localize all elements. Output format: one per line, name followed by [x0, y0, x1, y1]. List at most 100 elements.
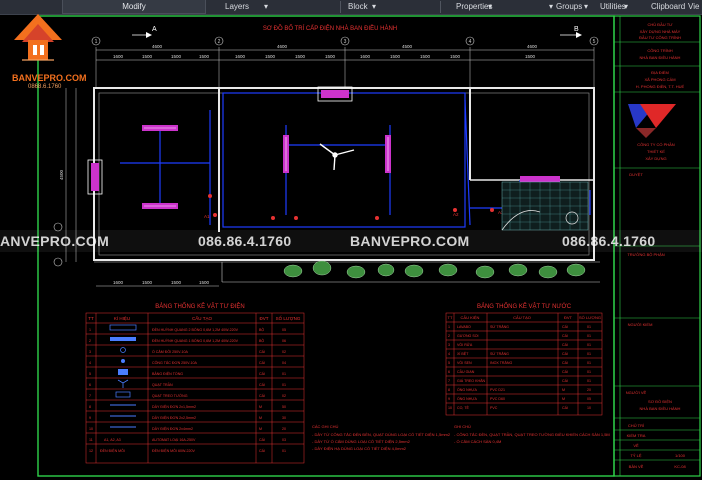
svg-text:A: A — [152, 26, 157, 33]
svg-text:KÍ HIỆU: KÍ HIỆU — [114, 314, 130, 321]
svg-text:1: 1 — [448, 325, 450, 329]
svg-text:3: 3 — [344, 39, 347, 45]
svg-text:1500: 1500 — [142, 54, 153, 59]
svg-text:SỐ LƯỢNG: SỐ LƯỢNG — [579, 315, 601, 320]
svg-text:CÁC GHI CHÚ: CÁC GHI CHÚ — [312, 424, 339, 429]
svg-text:10: 10 — [448, 406, 452, 410]
svg-text:05: 05 — [282, 328, 286, 332]
svg-text:01: 01 — [587, 325, 591, 329]
svg-text:QUẠT TREO TƯỜNG: QUẠT TREO TƯỜNG — [152, 393, 188, 398]
svg-text:CÁI: CÁI — [562, 325, 568, 329]
svg-text:01: 01 — [587, 379, 591, 383]
svg-text:CÁI: CÁI — [259, 383, 265, 387]
table-left-headers: TT KÍ HIỆU CẤU TẠO ĐVT SỐ LƯỢNG — [88, 314, 301, 321]
svg-text:TRƯỞNG BỘ PHẬN: TRƯỞNG BỘ PHẬN — [627, 252, 664, 257]
svg-text:INOX TRẮNG: INOX TRẮNG — [490, 360, 513, 365]
svg-text:10: 10 — [587, 406, 591, 410]
ceiling-fan-icon — [319, 143, 355, 171]
svg-text:30: 30 — [282, 416, 286, 420]
svg-text:M: M — [562, 388, 565, 392]
svg-text:4: 4 — [448, 352, 450, 356]
svg-text:4600: 4600 — [527, 44, 538, 49]
table-right-title: BẢNG THỐNG KÊ VẬT TƯ NƯỚC — [477, 302, 572, 310]
svg-text:GIÁ TREO KHĂN: GIÁ TREO KHĂN — [457, 379, 485, 383]
fluorescent-lights — [142, 125, 560, 209]
svg-text:3: 3 — [448, 343, 450, 347]
svg-text:ĐẦU TƯ CÔNG TRÌNH: ĐẦU TƯ CÔNG TRÌNH — [639, 35, 681, 40]
dimension-bottom: 1600 1500 1500 1500 — [96, 280, 219, 287]
svg-text:1500: 1500 — [325, 54, 336, 59]
svg-text:XÃ PHONG CẨM: XÃ PHONG CẨM — [644, 77, 675, 82]
svg-text:PVC D21: PVC D21 — [490, 388, 505, 392]
svg-text:CÁI: CÁI — [259, 449, 265, 453]
svg-text:NGƯỜI VẼ: NGƯỜI VẼ — [626, 390, 647, 395]
svg-text:01: 01 — [587, 361, 591, 365]
svg-text:1500: 1500 — [199, 280, 210, 285]
svg-text:CHỦ ĐẦU TƯ: CHỦ ĐẦU TƯ — [647, 22, 673, 27]
svg-text:01: 01 — [587, 370, 591, 374]
table-left-title: BẢNG THỐNG KÊ VẬT TƯ ĐIỆN — [155, 302, 244, 310]
svg-text:AUTOMAT LOẠI 16A-250V: AUTOMAT LOẠI 16A-250V — [152, 438, 196, 442]
svg-text:05: 05 — [587, 397, 591, 401]
svg-text:XÂY DỰNG: XÂY DỰNG — [645, 156, 666, 161]
svg-text:4: 4 — [89, 361, 91, 365]
bathroom-tiles — [501, 181, 589, 231]
watermark-left: ANVEPRO.COM — [0, 233, 110, 249]
svg-text:M: M — [259, 427, 262, 431]
svg-text:4600: 4600 — [277, 44, 288, 49]
svg-text:CÁI: CÁI — [562, 334, 568, 338]
svg-text:1500: 1500 — [295, 54, 306, 59]
svg-text:10: 10 — [89, 427, 93, 431]
watermark-phone-left: 086.86.4.1760 — [198, 233, 292, 249]
svg-text:4600: 4600 — [152, 44, 163, 49]
svg-text:1500: 1500 — [142, 280, 153, 285]
svg-text:1600: 1600 — [113, 280, 124, 285]
svg-text:CẦU GIAN: CẦU GIAN — [457, 370, 475, 374]
svg-text:CO, TÊ: CO, TÊ — [457, 405, 470, 410]
wall-unit-left — [87, 159, 103, 195]
banvepro-logo-icon — [14, 14, 62, 61]
svg-text:ĐÈN HUỲNH QUANG 1 BÓNG 0,6M 1,: ĐÈN HUỲNH QUANG 1 BÓNG 0,6M 1,2M 40W-220… — [152, 338, 239, 343]
svg-text:DÂY ĐIỆN ĐƠN 2x4mm2: DÂY ĐIỆN ĐƠN 2x4mm2 — [152, 426, 193, 431]
svg-text:KC-08: KC-08 — [674, 464, 686, 469]
svg-text:CÁI: CÁI — [562, 343, 568, 347]
svg-text:VẼ: VẼ — [633, 443, 639, 448]
notes-right: GHI CHÚ - CÔNG TẮC ĐÈN, QUẠT TRẦN, QUẠT … — [454, 424, 610, 444]
table-left-symbols — [109, 324, 137, 428]
svg-text:M: M — [259, 416, 262, 420]
svg-text:1500: 1500 — [199, 54, 210, 59]
svg-text:TỶ LỆ: TỶ LỆ — [630, 453, 641, 458]
svg-text:A2: A2 — [453, 212, 459, 217]
plan-title: SƠ ĐỒ BỐ TRÍ CẤP ĐIỆN NHÀ BAN ĐIỀU HÀNH — [263, 24, 397, 32]
svg-text:20: 20 — [282, 427, 286, 431]
svg-text:XÍ BỆT: XÍ BỆT — [457, 351, 469, 356]
svg-text:NGƯỜI KIỂM: NGƯỜI KIỂM — [628, 322, 653, 327]
svg-text:ỐNG NHỰA: ỐNG NHỰA — [457, 387, 477, 392]
svg-text:CÁI: CÁI — [562, 361, 568, 365]
svg-text:DÂY ĐIỆN ĐƠN 2x1,5mm2: DÂY ĐIỆN ĐƠN 2x1,5mm2 — [152, 404, 196, 409]
svg-text:CHỦ TRÌ: CHỦ TRÌ — [628, 423, 644, 428]
svg-text:LAVABO: LAVABO — [457, 325, 471, 329]
svg-text:H. PHONG ĐIỀN, T.T. HUẾ: H. PHONG ĐIỀN, T.T. HUẾ — [636, 84, 685, 89]
svg-text:3: 3 — [89, 350, 91, 354]
svg-text:GHI CHÚ: GHI CHÚ — [454, 424, 471, 429]
svg-text:B: B — [574, 26, 579, 33]
svg-text:CÁI: CÁI — [562, 352, 568, 356]
notes-left: CÁC GHI CHÚ - DÂY TỪ CÔNG TẮC ĐẾN ĐÈN, Q… — [312, 424, 451, 451]
svg-text:2: 2 — [218, 39, 221, 45]
table-left-rows: 1 ĐÈN HUỲNH QUANG 2 BÓNG 0,6M 1,2M 40W-2… — [89, 327, 286, 453]
svg-text:6: 6 — [89, 383, 91, 387]
svg-text:- CÔNG TẮC ĐÈN, QUẠT TRẦN, QUẠ: - CÔNG TẮC ĐÈN, QUẠT TRẦN, QUẠT TREO TƯỜ… — [454, 432, 610, 437]
svg-text:A1, A2, A3: A1, A2, A3 — [104, 438, 121, 442]
svg-text:5: 5 — [89, 372, 91, 376]
logo-brand-text: BANVEPRO.COM — [12, 73, 87, 83]
watermark-phone-right: 086.86.4.1760 — [562, 233, 656, 249]
svg-text:PVC: PVC — [490, 406, 498, 410]
svg-text:2: 2 — [89, 339, 91, 343]
svg-text:ĐÈN HUỲNH QUANG 2 BÓNG 0,6M 1,: ĐÈN HUỲNH QUANG 2 BÓNG 0,6M 1,2M 40W-220… — [152, 327, 239, 332]
svg-text:NHÀ BAN ĐIỀU HÀNH: NHÀ BAN ĐIỀU HÀNH — [640, 55, 681, 60]
svg-text:- Ổ CẮM CÁCH SÀN 0,4M: - Ổ CẮM CÁCH SÀN 0,4M — [454, 439, 501, 444]
svg-text:1600: 1600 — [235, 54, 246, 59]
wall-unit-top — [317, 86, 353, 102]
svg-text:CÁI: CÁI — [562, 379, 568, 383]
